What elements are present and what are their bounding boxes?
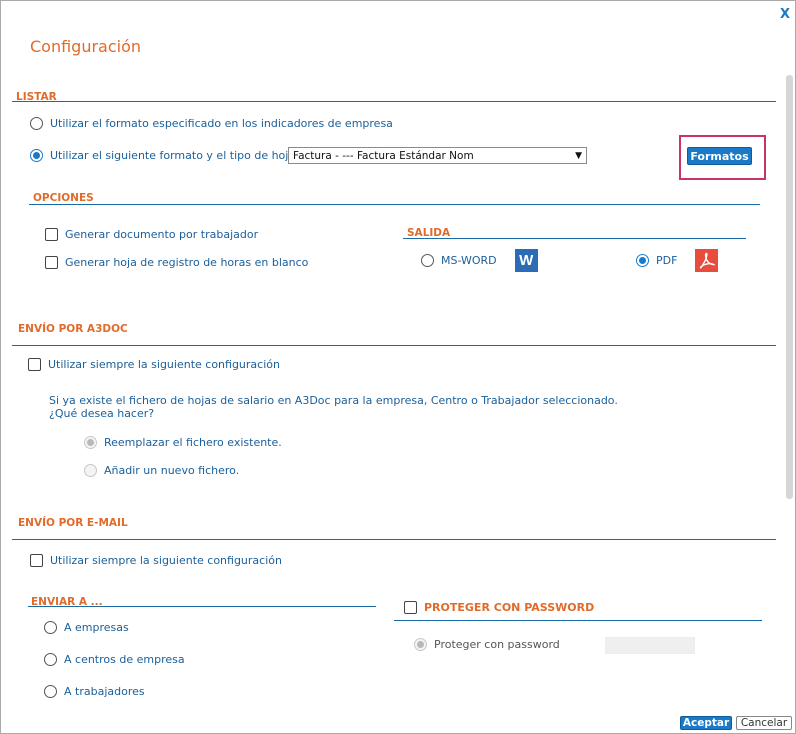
radio-indicadores[interactable] (30, 117, 43, 130)
cancelar-button[interactable]: Cancelar (736, 716, 792, 730)
pdf-icon (695, 249, 719, 272)
opciones-section-title: OPCIONES (33, 192, 94, 204)
radio-anadir[interactable] (84, 464, 97, 477)
radio-word-label: MS-WORD (441, 254, 497, 267)
a3doc-section-title: ENVÍO POR A3DOC (18, 323, 128, 335)
close-button[interactable]: X (780, 7, 790, 22)
radio-centros[interactable] (44, 653, 57, 666)
word-icon: W (514, 249, 538, 272)
proteger-section-title: PROTEGER CON PASSWORD (424, 601, 595, 614)
proteger-divider (394, 620, 762, 621)
a3doc-option-anadir[interactable]: Añadir un nuevo fichero. (84, 464, 239, 477)
radio-reemplazar-label: Reemplazar el fichero existente. (104, 436, 282, 449)
a3doc-check-config[interactable]: Utilizar siempre la siguiente configurac… (28, 358, 280, 371)
enviar-option-trabajadores[interactable]: A trabajadores (44, 685, 145, 698)
checkbox-email-config[interactable] (30, 554, 43, 567)
radio-empresas[interactable] (44, 621, 57, 634)
a3doc-question-line1: Si ya existe el fichero de hojas de sala… (49, 394, 618, 407)
enviar-option-empresas[interactable]: A empresas (44, 621, 129, 634)
chevron-down-icon: ▼ (575, 150, 582, 161)
aceptar-button[interactable]: Aceptar (680, 716, 732, 730)
enviar-divider (28, 606, 376, 607)
salida-option-pdf[interactable]: PDF (636, 249, 719, 272)
checkbox-documento[interactable] (45, 228, 58, 241)
radio-siguiente[interactable] (30, 149, 43, 162)
radio-centros-label: A centros de empresa (64, 653, 185, 666)
listar-option-indicadores[interactable]: Utilizar el formato especificado en los … (30, 117, 393, 130)
radio-pdf-label: PDF (656, 254, 678, 267)
radio-anadir-label: Añadir un nuevo fichero. (104, 464, 240, 477)
radio-proteger-label: Proteger con password (434, 638, 560, 651)
radio-empresas-label: A empresas (64, 621, 129, 634)
format-select-value: Factura - --- Factura Estándar Nom (293, 149, 474, 162)
opciones-divider (29, 204, 760, 205)
radio-siguiente-label: Utilizar el siguiente formato y el tipo … (50, 149, 296, 162)
email-divider (12, 539, 776, 540)
a3doc-option-reemplazar[interactable]: Reemplazar el fichero existente. (84, 436, 282, 449)
proteger-option[interactable]: Proteger con password (414, 638, 560, 651)
opciones-check-documento[interactable]: Generar documento por trabajador (45, 228, 258, 241)
radio-proteger[interactable] (414, 638, 427, 651)
radio-trabajadores[interactable] (44, 685, 57, 698)
checkbox-hoja-blanco[interactable] (45, 256, 58, 269)
formatos-button[interactable]: Formatos (687, 147, 752, 165)
radio-word[interactable] (421, 254, 434, 267)
checkbox-documento-label: Generar documento por trabajador (65, 228, 259, 241)
configuracion-dialog: X Configuración LISTAR Utilizar el forma… (0, 0, 796, 734)
opciones-check-hoja-blanco[interactable]: Generar hoja de registro de horas en bla… (45, 256, 308, 269)
email-section-title: ENVÍO POR E-MAIL (18, 517, 128, 529)
proteger-check[interactable]: PROTEGER CON PASSWORD (404, 601, 594, 614)
email-check-config[interactable]: Utilizar siempre la siguiente configurac… (30, 554, 282, 567)
radio-reemplazar[interactable] (84, 436, 97, 449)
checkbox-a3doc-config[interactable] (28, 358, 41, 371)
salida-option-word[interactable]: MS-WORD W (421, 249, 538, 272)
password-input[interactable] (605, 637, 695, 654)
listar-divider (12, 101, 776, 102)
checkbox-proteger[interactable] (404, 601, 417, 614)
scrollbar-thumb[interactable] (786, 75, 793, 499)
checkbox-email-config-label: Utilizar siempre la siguiente configurac… (50, 554, 282, 567)
checkbox-hoja-blanco-label: Generar hoja de registro de horas en bla… (65, 256, 309, 269)
radio-indicadores-label: Utilizar el formato especificado en los … (50, 117, 393, 130)
listar-option-siguiente[interactable]: Utilizar el siguiente formato y el tipo … (30, 149, 295, 162)
a3doc-divider (12, 345, 776, 346)
enviar-option-centros[interactable]: A centros de empresa (44, 653, 185, 666)
radio-pdf[interactable] (636, 254, 649, 267)
radio-trabajadores-label: A trabajadores (64, 685, 145, 698)
checkbox-a3doc-config-label: Utilizar siempre la siguiente configurac… (48, 358, 280, 371)
salida-divider (403, 238, 746, 239)
dialog-title: Configuración (30, 37, 142, 56)
format-select[interactable]: Factura - --- Factura Estándar Nom ▼ (288, 147, 587, 164)
a3doc-question-line2: ¿Qué desea hacer? (49, 407, 155, 420)
